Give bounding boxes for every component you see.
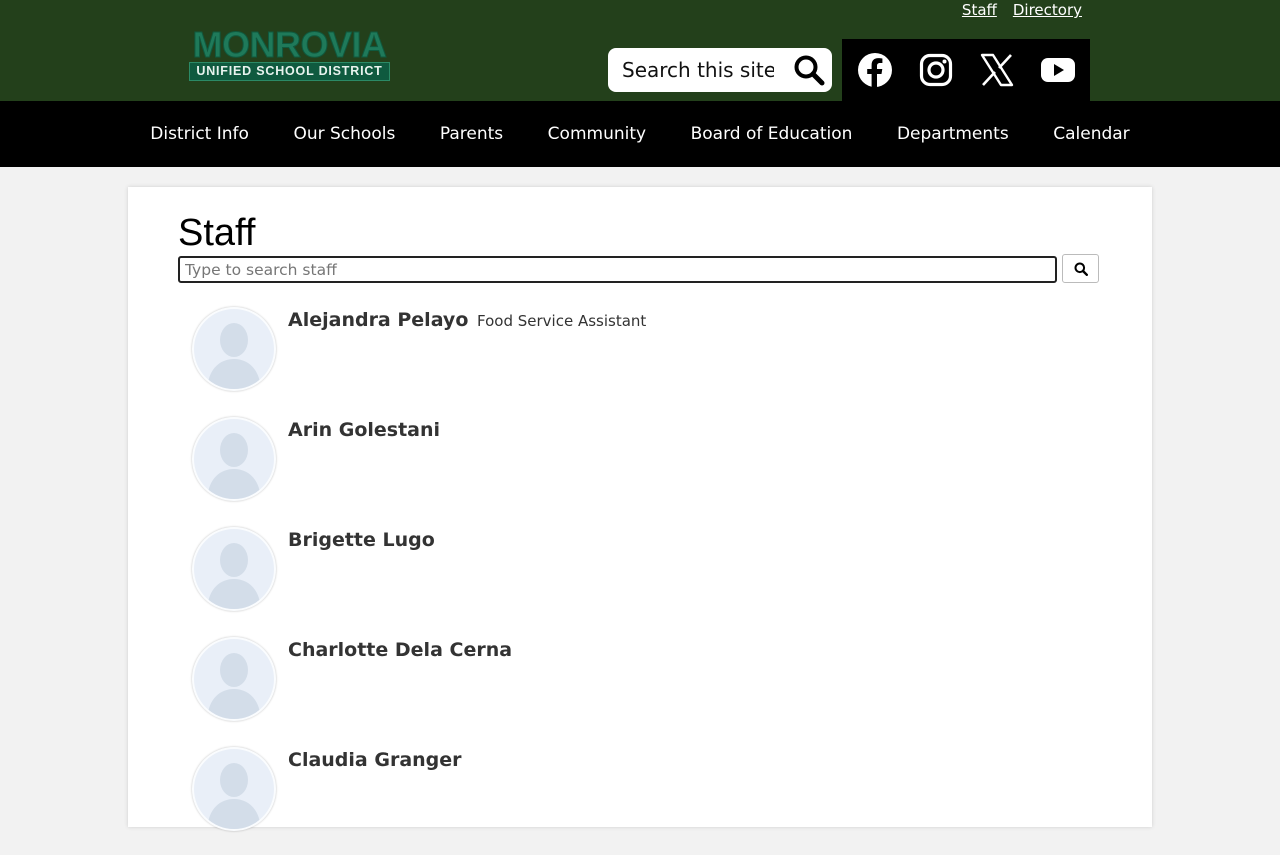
staff-search-button[interactable] — [1062, 254, 1099, 283]
instagram-link[interactable] — [917, 51, 955, 89]
site-header: Staff Directory MONROVIA UNIFIED SCHOOL … — [0, 0, 1280, 101]
facebook-link[interactable] — [856, 51, 894, 89]
nav-item-parents[interactable]: Parents — [438, 124, 505, 144]
staff-name[interactable]: Charlotte Dela Cerna — [288, 639, 512, 661]
logo-subtitle: UNIFIED SCHOOL DISTRICT — [189, 62, 390, 81]
avatar — [192, 307, 276, 391]
search-icon — [794, 55, 825, 86]
youtube-link[interactable] — [1039, 51, 1077, 89]
staff-name[interactable]: Alejandra Pelayo — [288, 309, 468, 331]
site-search-button[interactable] — [792, 54, 826, 86]
instagram-icon — [919, 53, 952, 87]
nav-item-board-of-education[interactable]: Board of Education — [689, 124, 855, 144]
content-card: Staff Alejandra Pelayo Food Service Assi… — [128, 187, 1152, 831]
staff-search-input[interactable] — [178, 256, 1057, 283]
staff-name-line: Claudia Granger — [288, 748, 464, 773]
utility-links: Staff Directory — [962, 0, 1082, 20]
staff-name-line: Brigette Lugo — [288, 528, 437, 553]
nav-item-our-schools[interactable]: Our Schools — [291, 124, 397, 144]
x-icon — [980, 53, 1013, 87]
x-link[interactable] — [978, 51, 1016, 89]
avatar — [192, 527, 276, 611]
staff-list: Alejandra Pelayo Food Service Assistant … — [188, 305, 1088, 855]
staff-name-line: Charlotte Dela Cerna — [288, 638, 514, 663]
main-nav: District Info Our Schools Parents Commun… — [0, 101, 1280, 167]
staff-list-item: Charlotte Dela Cerna — [188, 635, 1088, 745]
logo-wordmark: MONROVIA — [192, 24, 388, 65]
avatar — [192, 417, 276, 501]
nav-item-departments[interactable]: Departments — [895, 124, 1011, 144]
staff-name-line: Alejandra Pelayo Food Service Assistant — [288, 308, 646, 333]
person-placeholder-icon — [207, 543, 261, 609]
page-title: Staff — [178, 212, 256, 254]
staff-name[interactable]: Claudia Granger — [288, 749, 462, 771]
site-search — [608, 48, 832, 92]
nav-item-community[interactable]: Community — [546, 124, 648, 144]
staff-title: Food Service Assistant — [477, 312, 647, 330]
social-links — [842, 39, 1090, 101]
staff-link[interactable]: Staff — [962, 0, 997, 20]
staff-name[interactable]: Brigette Lugo — [288, 529, 435, 551]
person-placeholder-icon — [207, 653, 261, 719]
nav-item-calendar[interactable]: Calendar — [1051, 124, 1131, 144]
district-logo[interactable]: MONROVIA UNIFIED SCHOOL DISTRICT — [189, 24, 390, 81]
staff-list-item: Brigette Lugo — [188, 525, 1088, 635]
staff-name-line: Arin Golestani — [288, 418, 442, 443]
search-icon — [1074, 262, 1088, 276]
avatar — [192, 637, 276, 721]
person-placeholder-icon — [207, 433, 261, 499]
facebook-icon — [857, 53, 892, 87]
person-placeholder-icon — [207, 763, 261, 829]
youtube-icon — [1040, 58, 1075, 82]
avatar — [192, 747, 276, 831]
staff-list-item: Arin Golestani — [188, 415, 1088, 525]
site-search-input[interactable] — [622, 56, 774, 84]
person-placeholder-icon — [207, 323, 261, 389]
staff-list-item: Alejandra Pelayo Food Service Assistant — [188, 305, 1088, 415]
directory-link[interactable]: Directory — [1013, 0, 1082, 20]
staff-name[interactable]: Arin Golestani — [288, 419, 440, 441]
nav-item-district-info[interactable]: District Info — [148, 124, 251, 144]
staff-list-item: Claudia Granger — [188, 745, 1088, 855]
